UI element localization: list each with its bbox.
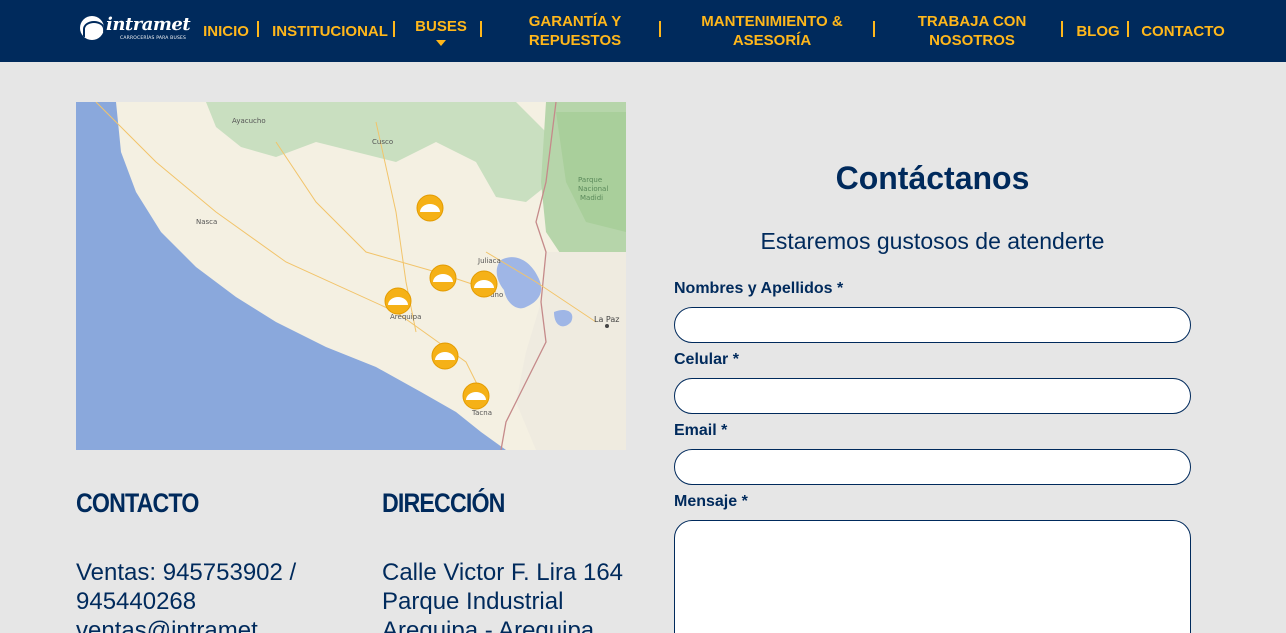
nav-garantia-repuestos[interactable]: GARANTÍA Y REPUESTOS (520, 10, 630, 52)
name-input[interactable] (674, 307, 1191, 343)
location-map[interactable]: Ayacucho Cusco Nasca Juliaca Puno Arequi… (76, 102, 626, 450)
nav-trabaja-con-nosotros[interactable]: TRABAJA CON NOSOTROS (912, 10, 1032, 52)
brand-name: intramet (106, 14, 191, 35)
nav-mantenimiento-asesoria[interactable]: MANTENIMIENTO & ASESORÍA (696, 10, 848, 52)
message-textarea[interactable] (674, 520, 1191, 633)
address-line: Parque Industrial (382, 588, 564, 615)
brand-tagline: CARROCERÍAS PARA BUSES (120, 36, 187, 41)
nav-buses[interactable]: BUSES (410, 10, 472, 52)
contact-email-line[interactable]: ventas@intramet... (76, 616, 296, 633)
name-label: Nombres y Apellidos * (674, 280, 844, 297)
nav-separator (257, 21, 259, 37)
map-label: Cusco (372, 138, 393, 146)
map-label: Parque (578, 176, 602, 184)
address-heading: DIRECCIÓN (382, 488, 505, 518)
map-marker-icon[interactable] (429, 264, 457, 292)
map-marker-icon[interactable] (384, 287, 412, 315)
map-label: Nasca (196, 218, 217, 226)
map-label: Juliaca (477, 257, 501, 265)
nav-contacto[interactable]: CONTACTO (1140, 10, 1226, 52)
map-label: Ayacucho (232, 117, 266, 125)
map-label: Arequipa (390, 313, 421, 321)
map-label: Madidi (580, 194, 603, 202)
nav-blog[interactable]: BLOG (1074, 10, 1122, 52)
message-label: Mensaje * (674, 493, 748, 510)
map-marker-icon[interactable] (431, 342, 459, 370)
address-line: Arequipa - Arequipa (382, 617, 595, 633)
logo-mark-icon (80, 16, 104, 40)
nav-institucional[interactable]: INSTITUCIONAL (270, 10, 390, 52)
contact-heading: CONTACTO (76, 488, 199, 518)
map-marker-icon[interactable] (470, 270, 498, 298)
address-details: Calle Victor F. Lira 164 Parque Industri… (382, 558, 623, 633)
nav-inicio[interactable]: INICIO (198, 10, 254, 52)
contact-details: Ventas: 945753902 / 945440268 ventas@int… (76, 558, 296, 633)
address-line: Calle Victor F. Lira 164 (382, 559, 624, 586)
brand-logo[interactable]: intramet CARROCERÍAS PARA BUSES (80, 14, 191, 44)
form-title: Contáctanos (835, 160, 1030, 196)
nav-separator (393, 21, 395, 37)
map-marker-icon[interactable] (416, 194, 444, 222)
map-label: Nacional (578, 185, 608, 193)
phone-label: Celular * (674, 351, 739, 368)
email-label: Email * (674, 422, 728, 439)
nav-separator (659, 21, 661, 37)
phone-input[interactable] (674, 378, 1191, 414)
email-input[interactable] (674, 449, 1191, 485)
form-subtitle: Estaremos gustosos de atenderte (760, 228, 1105, 254)
nav-separator (1127, 21, 1129, 37)
nav-separator (480, 21, 482, 37)
map-label: Tacna (471, 409, 492, 417)
map-marker-icon[interactable] (462, 382, 490, 410)
map-label: La Paz (594, 315, 619, 324)
contact-phone-line: 945440268 (76, 588, 197, 615)
nav-separator (1061, 21, 1063, 37)
top-navbar: intramet CARROCERÍAS PARA BUSES INICIO I… (0, 0, 1286, 62)
contact-phone-line: Ventas: 945753902 / (76, 559, 297, 586)
nav-separator (873, 21, 875, 37)
caret-down-icon (436, 39, 446, 46)
